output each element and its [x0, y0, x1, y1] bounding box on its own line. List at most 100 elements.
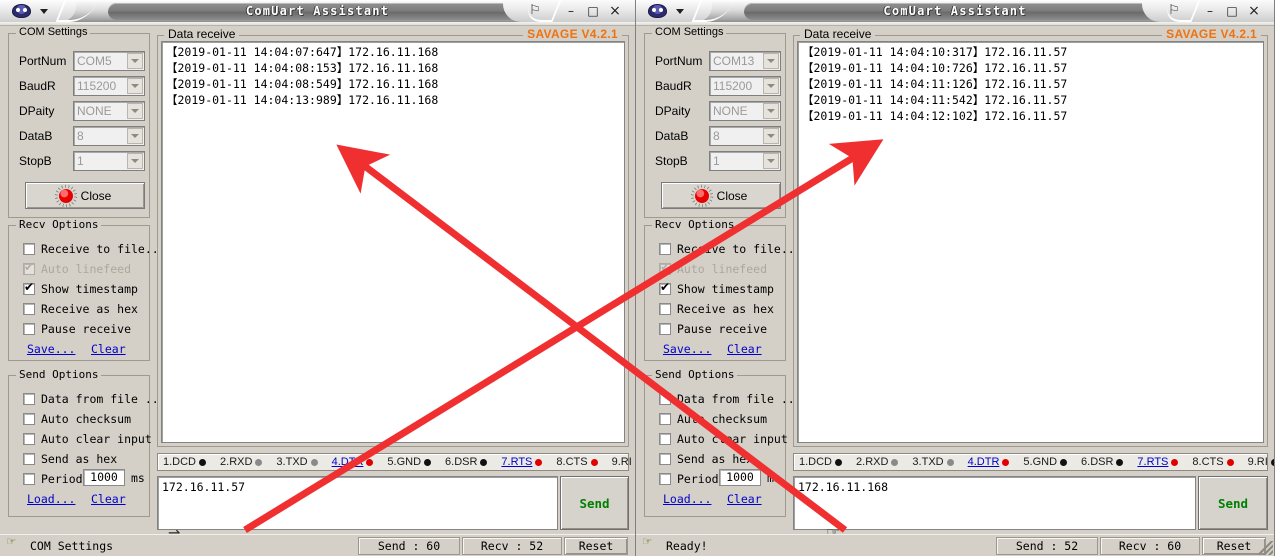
checkbox-auto-checksum[interactable]: Auto checksum [659, 410, 767, 427]
checkbox-send-as-hex[interactable]: Send as hex [659, 450, 753, 467]
close-button[interactable]: × [1246, 4, 1262, 19]
recv-save-link[interactable]: Save... [663, 342, 711, 356]
checkbox-data-from-file[interactable]: Data from file ... [659, 390, 802, 407]
send-input[interactable]: 172.16.11.57 [157, 476, 558, 530]
portnum-combo[interactable]: COM5 [73, 51, 145, 71]
checkbox-period[interactable]: Period [659, 470, 719, 487]
checkbox-receive-as-hex[interactable]: Receive as hex [659, 300, 774, 317]
maximize-button[interactable]: □ [1224, 4, 1240, 19]
pin-label: 4.DTR [967, 456, 1000, 468]
chevron-down-icon[interactable] [127, 78, 143, 94]
pin-icon[interactable]: ⚐ [1166, 3, 1182, 18]
portnum-row: PortNum COM5 [17, 51, 145, 72]
pin-dot-icon [255, 458, 263, 466]
baudr-row: BaudR 115200 [17, 76, 145, 97]
chevron-down-icon[interactable] [763, 153, 779, 169]
pin-rts[interactable]: 7.RTS [1137, 456, 1179, 468]
checkbox-pause-receive[interactable]: Pause receive [23, 320, 131, 337]
pin-dtr[interactable]: 4.DTR [332, 456, 374, 468]
chevron-down-icon[interactable] [763, 103, 779, 119]
chevron-down-icon[interactable] [127, 153, 143, 169]
pin-icon[interactable]: ⚐ [527, 3, 543, 18]
titlebar-plate [108, 3, 517, 20]
datab-label: DataB [19, 129, 53, 143]
checkbox-send-as-hex[interactable]: Send as hex [23, 450, 117, 467]
maximize-button[interactable]: □ [585, 4, 601, 19]
close-port-button[interactable]: Close [661, 182, 781, 209]
dpaity-row: DPaity NONE [653, 101, 781, 122]
pin-label: 1.DCD [163, 456, 197, 468]
close-port-label: Close [716, 188, 748, 203]
reset-button[interactable]: Reset [564, 536, 628, 555]
recv-clear-link[interactable]: Clear [727, 342, 762, 356]
send-button[interactable]: Send [560, 476, 629, 530]
stopb-combo[interactable]: 1 [709, 151, 781, 171]
pin-cts: 8.CTS [556, 456, 598, 468]
period-input[interactable]: 1000 [719, 469, 761, 486]
pin-dot-icon [835, 458, 843, 466]
checkbox-auto-checksum[interactable]: Auto checksum [23, 410, 131, 427]
checkbox-show-timestamp[interactable]: Show timestamp [659, 280, 774, 297]
checkbox-receive-to-file[interactable]: Receive to file... [659, 240, 802, 257]
chevron-down-icon[interactable] [127, 103, 143, 119]
portnum-label: PortNum [655, 54, 703, 68]
dpaity-combo[interactable]: NONE [709, 101, 781, 121]
close-button[interactable]: × [607, 4, 623, 19]
send-button[interactable]: Send [1198, 476, 1268, 530]
pin-rts[interactable]: 7.RTS [501, 456, 543, 468]
resize-grip-icon[interactable] [1259, 541, 1273, 555]
close-port-button[interactable]: Close [25, 182, 145, 209]
status-left-group: COM Settings [7, 534, 113, 553]
datab-combo[interactable]: 8 [73, 126, 145, 146]
checkbox-label: Receive to file... [677, 241, 802, 256]
stopb-combo[interactable]: 1 [73, 151, 145, 171]
minimize-button[interactable]: – [563, 4, 579, 19]
com-settings-legend: COM Settings [16, 26, 91, 38]
recv-clear-link[interactable]: Clear [91, 342, 126, 356]
checkbox-show-timestamp[interactable]: Show timestamp [23, 280, 138, 297]
send-load-link[interactable]: Load... [663, 492, 711, 506]
chevron-down-icon[interactable] [40, 9, 48, 14]
dpaity-combo[interactable]: NONE [73, 101, 145, 121]
checkbox-receive-as-hex[interactable]: Receive as hex [23, 300, 138, 317]
chevron-down-icon[interactable] [676, 9, 684, 14]
send-input[interactable]: 172.16.11.168 [793, 476, 1196, 530]
chevron-down-icon[interactable] [763, 53, 779, 69]
pin-dtr[interactable]: 4.DTR [968, 456, 1010, 468]
bug-icon[interactable] [646, 3, 668, 19]
titlebar-right[interactable]: ComUart Assistant ⚐ – □ × [636, 0, 1274, 22]
pin-txd: 3.TXD [276, 456, 318, 468]
send-clear-link[interactable]: Clear [91, 492, 126, 506]
recv-save-link[interactable]: Save... [27, 342, 75, 356]
baudr-combo[interactable]: 115200 [709, 76, 781, 96]
send-clear-link[interactable]: Clear [727, 492, 762, 506]
chevron-down-icon[interactable] [127, 53, 143, 69]
pin-rxd: 2.RXD [220, 456, 263, 468]
checkbox-receive-to-file[interactable]: Receive to file... [23, 240, 166, 257]
bug-icon[interactable] [10, 3, 32, 19]
minimize-button[interactable]: – [1202, 4, 1218, 19]
checkbox-auto-clear-input[interactable]: Auto clear input [659, 430, 788, 447]
checkbox-auto-clear-input[interactable]: Auto clear input [23, 430, 152, 447]
port-status-led-icon [58, 188, 73, 203]
send-load-link[interactable]: Load... [27, 492, 75, 506]
pin-label: 8.CTS [1192, 456, 1224, 468]
datab-combo[interactable]: 8 [709, 126, 781, 146]
chevron-down-icon[interactable] [127, 128, 143, 144]
checkbox-period[interactable]: Period [23, 470, 83, 487]
chevron-down-icon[interactable] [763, 128, 779, 144]
datab-value: 8 [77, 129, 84, 143]
data-receive-output[interactable]: 【2019-01-11 14:04:10:317】172.16.11.57 【2… [797, 41, 1264, 443]
period-input[interactable]: 1000 [83, 469, 125, 486]
checkbox-box [23, 280, 35, 295]
status-left-group: Ready! [643, 534, 708, 553]
window-left: ComUart Assistant ⚐ – □ × COM Settings P… [0, 0, 636, 556]
checkbox-data-from-file[interactable]: Data from file ... [23, 390, 166, 407]
baudr-combo[interactable]: 115200 [73, 76, 145, 96]
titlebar-left[interactable]: ComUart Assistant ⚐ – □ × [0, 0, 635, 22]
portnum-combo[interactable]: COM13 [709, 51, 781, 71]
chevron-down-icon[interactable] [763, 78, 779, 94]
receive-line: 【2019-01-11 14:04:12:102】172.16.11.57 [802, 109, 1068, 123]
checkbox-pause-receive[interactable]: Pause receive [659, 320, 767, 337]
data-receive-output[interactable]: 【2019-01-11 14:04:07:647】172.16.11.168 【… [161, 41, 625, 443]
